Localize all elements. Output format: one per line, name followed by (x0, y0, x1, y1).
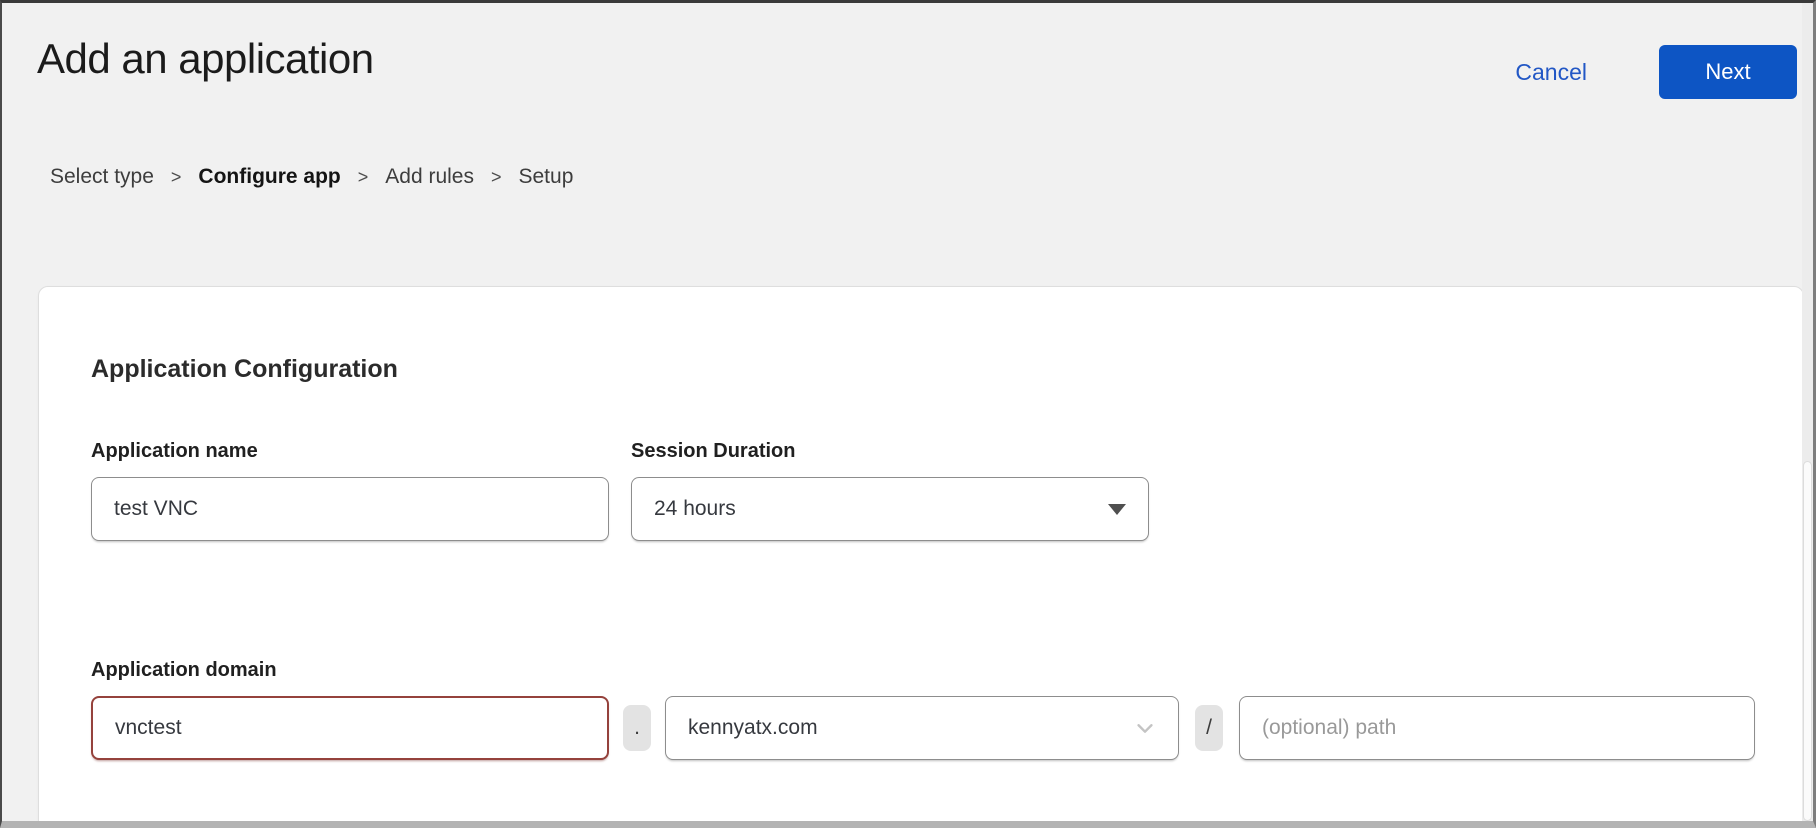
next-button[interactable]: Next (1659, 45, 1797, 99)
session-duration-select[interactable]: 24 hours (631, 477, 1149, 541)
dot-separator: . (623, 705, 651, 751)
application-name-field: Application name (91, 440, 609, 541)
page-title: Add an application (37, 31, 374, 87)
path-input[interactable] (1239, 696, 1755, 760)
session-duration-value: 24 hours (654, 497, 736, 521)
scrollbar-thumb[interactable] (1803, 461, 1812, 821)
caret-down-icon (1108, 504, 1126, 515)
breadcrumb-step-select-type[interactable]: Select type (50, 165, 154, 189)
application-domain-row: . kennyatx.com / (91, 696, 1751, 760)
page-header: Add an application Cancel Next (37, 31, 1797, 99)
domain-select-value: kennyatx.com (688, 716, 818, 740)
breadcrumb-separator: > (171, 167, 182, 188)
breadcrumb-separator: > (491, 167, 502, 188)
application-configuration-card: Application Configuration Application na… (38, 286, 1804, 821)
application-name-label: Application name (91, 440, 609, 463)
section-title: Application Configuration (91, 355, 1751, 384)
app-window: Add an application Cancel Next Select ty… (0, 0, 1816, 828)
breadcrumb-step-setup[interactable]: Setup (519, 165, 574, 189)
scrollbar-track[interactable] (1802, 3, 1813, 821)
breadcrumb-separator: > (358, 167, 369, 188)
slash-separator: / (1195, 705, 1223, 751)
breadcrumb: Select type > Configure app > Add rules … (50, 165, 573, 189)
chevron-down-icon (1134, 717, 1156, 739)
name-duration-row: Application name Session Duration 24 hou… (91, 440, 1751, 541)
session-duration-label: Session Duration (631, 440, 1149, 463)
application-domain-field: Application domain . kennyatx.com / (91, 659, 1751, 760)
breadcrumb-step-configure-app[interactable]: Configure app (198, 165, 340, 189)
domain-select[interactable]: kennyatx.com (665, 696, 1179, 760)
application-domain-label: Application domain (91, 659, 1751, 682)
breadcrumb-step-add-rules[interactable]: Add rules (385, 165, 474, 189)
application-name-input[interactable] (91, 477, 609, 541)
subdomain-input[interactable] (91, 696, 609, 760)
header-actions: Cancel Next (1515, 45, 1797, 99)
session-duration-field: Session Duration 24 hours (631, 440, 1149, 541)
add-application-page: Add an application Cancel Next Select ty… (2, 3, 1813, 821)
cancel-button[interactable]: Cancel (1515, 59, 1587, 86)
